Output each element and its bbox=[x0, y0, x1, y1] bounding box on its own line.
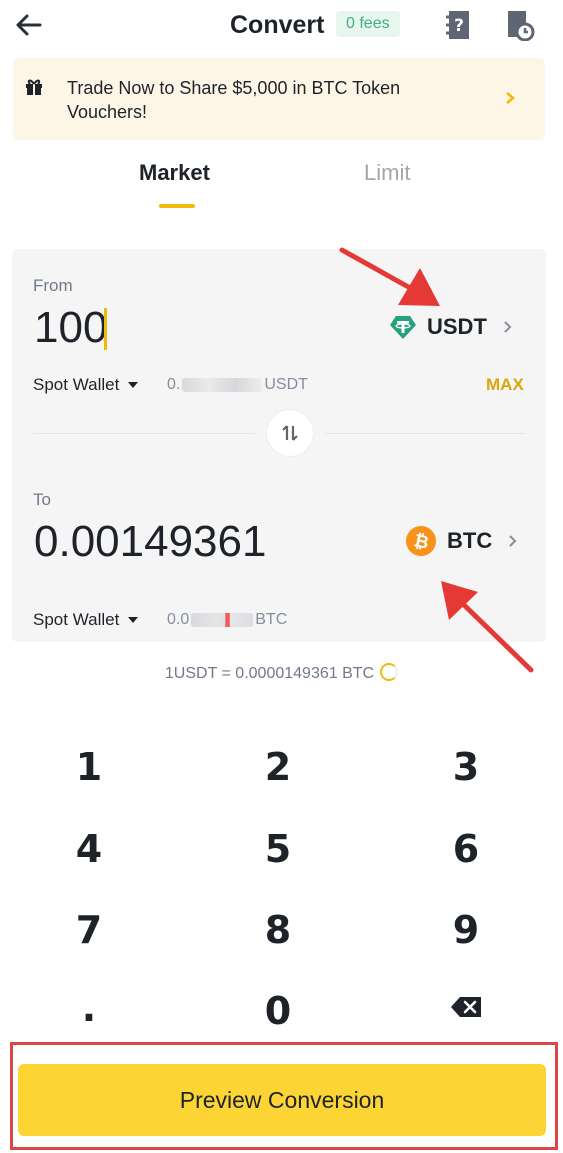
from-wallet-label: Spot Wallet bbox=[33, 375, 120, 394]
back-arrow-icon bbox=[16, 14, 42, 36]
divider bbox=[33, 433, 255, 434]
to-wallet-label: Spot Wallet bbox=[33, 610, 120, 629]
divider bbox=[325, 433, 525, 434]
svg-text:?: ? bbox=[454, 16, 464, 36]
key-1[interactable]: 1 bbox=[34, 737, 144, 797]
from-balance-suffix: USDT bbox=[264, 376, 308, 393]
btc-icon: ₿ bbox=[406, 526, 436, 556]
key-0[interactable]: 0 bbox=[223, 981, 333, 1041]
key-8[interactable]: 8 bbox=[223, 900, 333, 960]
key-backspace[interactable] bbox=[411, 977, 521, 1037]
caret-down-icon bbox=[128, 382, 139, 388]
banner-text: Trade Now to Share $5,000 in BTC Token V… bbox=[67, 78, 401, 122]
tab-limit[interactable]: Limit bbox=[364, 160, 410, 186]
exchange-rate: 1USDT = 0.0000149361 BTC bbox=[0, 663, 563, 683]
from-balance-prefix: 0. bbox=[167, 376, 181, 393]
active-tab-indicator bbox=[159, 204, 195, 208]
key-6[interactable]: 6 bbox=[411, 819, 521, 879]
to-label: To bbox=[33, 490, 51, 509]
fees-badge: 0 fees bbox=[336, 11, 400, 37]
from-coin-name: USDT bbox=[427, 314, 487, 339]
text-cursor bbox=[104, 308, 107, 350]
exchange-rate-text: 1USDT = 0.0000149361 BTC bbox=[164, 665, 375, 682]
key-5[interactable]: 5 bbox=[223, 819, 333, 879]
to-coin-selector[interactable]: ₿ BTC bbox=[405, 525, 518, 557]
tab-market[interactable]: Market bbox=[139, 160, 210, 186]
gift-icon bbox=[25, 78, 43, 96]
preview-conversion-button[interactable]: Preview Conversion bbox=[18, 1064, 546, 1136]
key-4[interactable]: 4 bbox=[34, 819, 144, 879]
from-amount-input[interactable]: 100 bbox=[34, 302, 107, 354]
key-9[interactable]: 9 bbox=[411, 900, 521, 960]
guide-button[interactable]: ? bbox=[445, 9, 473, 41]
blurred-balance bbox=[191, 613, 254, 627]
key-7[interactable]: 7 bbox=[34, 900, 144, 960]
key-3[interactable]: 3 bbox=[411, 737, 521, 797]
from-wallet-selector[interactable]: Spot Wallet bbox=[33, 375, 139, 395]
to-wallet-selector[interactable]: Spot Wallet bbox=[33, 610, 139, 630]
key-2[interactable]: 2 bbox=[223, 737, 333, 797]
from-coin-selector[interactable]: USDT bbox=[389, 311, 513, 343]
chevron-right-icon bbox=[503, 89, 517, 107]
usdt-icon bbox=[390, 316, 416, 339]
to-amount: 0.00149361 bbox=[34, 517, 267, 566]
backspace-icon bbox=[451, 997, 481, 1017]
to-coin-name: BTC bbox=[447, 528, 493, 553]
to-balance-prefix: 0.0 bbox=[167, 611, 190, 628]
to-balance: 0.0 BTC bbox=[167, 611, 287, 629]
swap-icon bbox=[282, 425, 298, 441]
from-label: From bbox=[33, 276, 73, 295]
chevron-right-icon bbox=[504, 321, 512, 333]
caret-down-icon bbox=[128, 617, 139, 623]
page-title: Convert bbox=[230, 11, 325, 39]
from-balance: 0. USDT bbox=[167, 376, 308, 394]
back-button[interactable] bbox=[12, 8, 46, 42]
history-icon bbox=[508, 11, 535, 42]
chevron-right-icon bbox=[509, 535, 517, 547]
refresh-countdown-icon bbox=[380, 663, 399, 681]
max-button[interactable]: MAX bbox=[486, 375, 524, 395]
blurred-balance bbox=[182, 378, 263, 392]
guide-icon: ? bbox=[446, 11, 469, 39]
history-button[interactable] bbox=[505, 9, 535, 42]
swap-button[interactable] bbox=[267, 410, 313, 456]
to-balance-suffix: BTC bbox=[255, 611, 288, 628]
key-decimal[interactable]: . bbox=[34, 978, 144, 1038]
